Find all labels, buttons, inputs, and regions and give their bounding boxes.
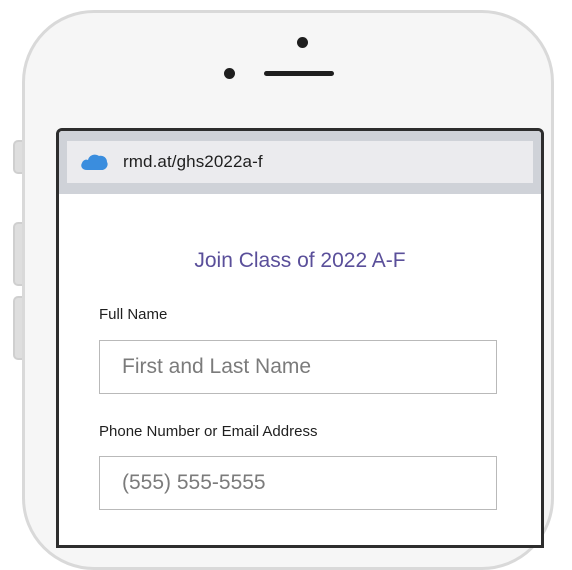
form-title: Join Class of 2022 A-F [194, 249, 406, 272]
browser-address-bar: rmd.at/ghs2022a-f [59, 131, 541, 194]
proximity-sensor [224, 68, 235, 79]
phone-or-email-input[interactable] [99, 456, 497, 510]
url-text: rmd.at/ghs2022a-f [123, 152, 263, 171]
full-name-label: Full Name [99, 306, 168, 323]
phone-screen: rmd.at/ghs2022a-f Join Class of 2022 A-F… [56, 128, 544, 548]
contact-label: Phone Number or Email Address [99, 423, 318, 440]
full-name-input[interactable] [99, 340, 497, 394]
address-field[interactable]: rmd.at/ghs2022a-f [67, 141, 533, 183]
cloud-icon [79, 152, 109, 172]
front-camera [297, 37, 308, 48]
earpiece-speaker [264, 71, 334, 76]
